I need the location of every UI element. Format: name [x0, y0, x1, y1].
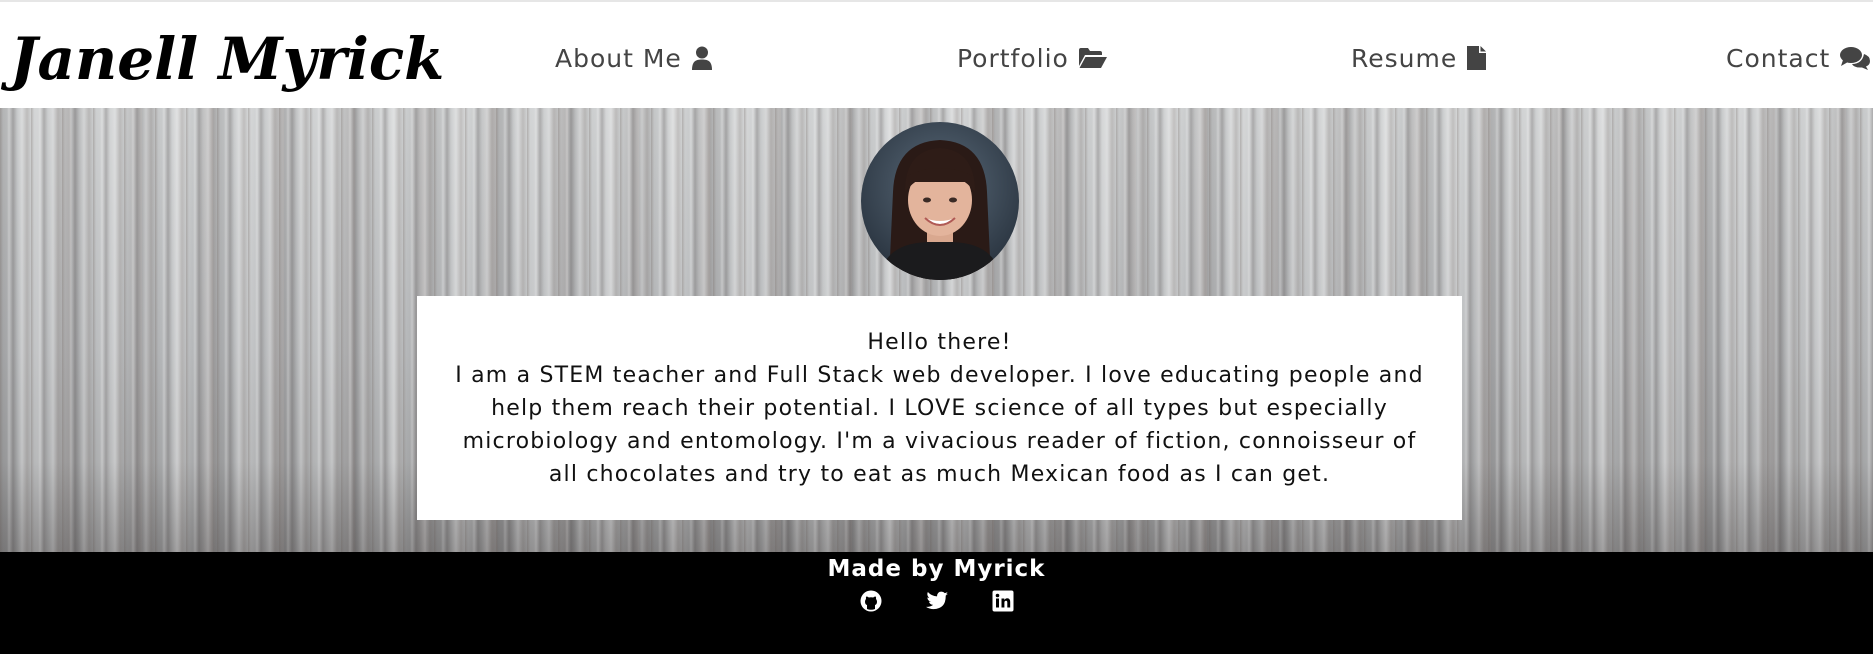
comments-icon — [1840, 46, 1871, 70]
profile-photo — [861, 122, 1019, 280]
nav-resume[interactable]: Resume — [1351, 38, 1487, 78]
social-links — [0, 590, 1873, 612]
nav-portfolio[interactable]: Portfolio — [957, 38, 1107, 78]
nav-portfolio-label: Portfolio — [957, 43, 1069, 73]
site-footer: Made by Myrick — [0, 552, 1873, 654]
file-icon — [1467, 46, 1487, 70]
about-card: Hello there! I am a STEM teacher and Ful… — [417, 296, 1462, 520]
user-icon — [691, 46, 712, 70]
bio-text: I am a STEM teacher and Full Stack web d… — [455, 363, 1424, 487]
nav-contact-label: Contact — [1726, 43, 1831, 73]
twitter-icon[interactable] — [925, 590, 948, 612]
hero-section: Hello there! I am a STEM teacher and Ful… — [0, 108, 1873, 552]
nav-about-me[interactable]: About Me — [555, 38, 712, 78]
nav-contact[interactable]: Contact — [1726, 38, 1871, 78]
site-header: Janell Myrick About Me Portfolio Resume … — [0, 0, 1873, 108]
github-icon[interactable] — [860, 590, 882, 612]
linkedin-icon[interactable] — [992, 590, 1014, 612]
footer-credit: Made by Myrick — [827, 556, 1046, 582]
folder-open-icon — [1078, 47, 1107, 69]
nav-about-me-label: About Me — [555, 43, 682, 73]
brand-logo[interactable]: Janell Myrick — [10, 24, 444, 94]
nav-resume-label: Resume — [1351, 43, 1458, 73]
greeting-text: Hello there! — [867, 330, 1012, 355]
